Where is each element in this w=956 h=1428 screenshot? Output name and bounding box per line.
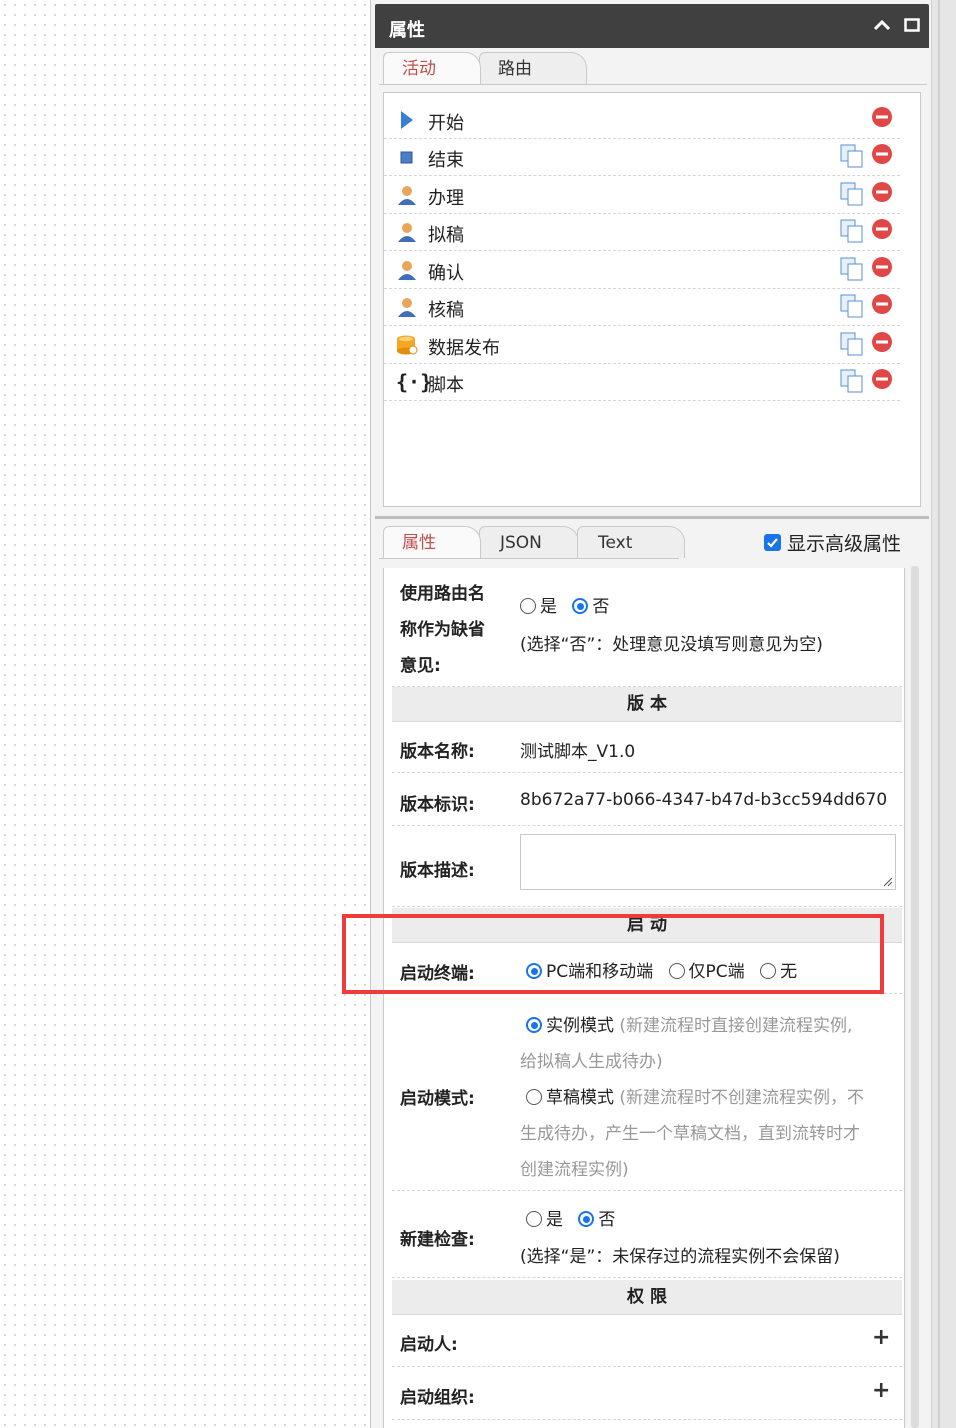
copy-icon[interactable] [839,368,865,394]
terminal-pc-mobile-radio[interactable] [526,963,542,979]
tab-activity[interactable]: 活动 [383,52,481,84]
starter-row: 启动人: + [392,1315,902,1367]
maximize-icon[interactable] [901,14,923,36]
list-item[interactable]: {·} 脚本 [384,363,900,401]
permission-section-title: 权 限 [392,1280,902,1315]
panel-title: 属性 [389,20,425,41]
property-tabs: 属性 JSON Text [379,524,685,559]
database-icon [397,335,418,355]
route-default-hint: (选择“否”：处理意见没填写则意见为空) [520,635,823,655]
show-advanced-label: 显示高级属性 [787,532,902,555]
version-section-title: 版 本 [392,687,902,722]
property-form: 使用路由名 称作为缺省 意见: 是 否 (选择“否”：处理意见没填写则意见为空)… [383,568,905,1428]
form-scrollbar[interactable] [911,566,919,1428]
route-default-label: 使用路由名 称作为缺省 意见: [400,584,485,676]
user-icon [398,223,416,242]
list-item[interactable]: 数据发布 [384,326,900,364]
add-starter-plus-icon[interactable]: + [872,1325,890,1350]
route-default-no-radio[interactable] [572,598,589,614]
collapse-chevron-up-icon[interactable] [871,14,893,36]
user-icon [398,186,416,205]
check-icon [767,537,778,548]
tab-json[interactable]: JSON [479,526,579,558]
list-item[interactable]: 开始 [384,101,900,139]
resize-grip-icon[interactable] [883,877,893,887]
activity-route-tabs: 活动 路由 [379,50,927,85]
new-check-row: 新建检查: 是 否 (选择“是”：未保存过的流程实例不会保留) [392,1191,902,1278]
version-name-value[interactable]: 测试脚本_V1.0 [520,737,635,762]
version-id-row: 版本标识: 8b672a77-b066-4347-b47d-b3cc594dd6… [392,773,902,826]
route-default-row: 使用路由名 称作为缺省 意见: 是 否 (选择“否”：处理意见没填写则意见为空) [392,568,902,687]
copy-icon[interactable] [839,331,865,357]
terminal-none-radio[interactable] [760,963,777,979]
activity-list: 开始 结束 办理 拟稿 确认 核稿 数据发布 {·} 脚本 [383,92,921,507]
copy-icon[interactable] [839,181,865,207]
splitter[interactable] [375,516,929,519]
list-item[interactable]: 结束 [384,138,900,176]
panel-scrollbar[interactable] [931,0,956,1428]
list-item[interactable]: 拟稿 [384,213,900,251]
panel-header: 属性 [375,4,929,48]
user-icon [398,298,416,317]
delete-icon[interactable] [871,293,893,315]
version-desc-textarea[interactable] [520,834,896,890]
mode-instance-radio[interactable] [526,1017,542,1033]
new-check-yes-radio[interactable] [526,1211,542,1227]
tab-properties[interactable]: 属性 [383,526,481,558]
curly-braces-icon: {·} [396,370,433,394]
copy-icon[interactable] [839,256,865,282]
start-org-row: 启动组织: + [392,1367,902,1420]
copy-icon[interactable] [839,143,865,169]
delete-icon[interactable] [871,143,893,165]
tab-route[interactable]: 路由 [479,52,587,84]
copy-icon[interactable] [839,218,865,244]
delete-icon[interactable] [871,331,893,353]
add-start-org-plus-icon[interactable]: + [872,1378,890,1403]
start-mode-row: 启动模式: 实例模式 (新建流程时直接创建流程实例, 给拟稿人生成待办) 草稿模… [392,994,902,1191]
terminal-pc-only-radio[interactable] [668,963,685,979]
user-icon [398,261,416,280]
delete-icon[interactable] [871,106,893,128]
new-check-no-radio[interactable] [578,1211,595,1227]
list-item[interactable]: 办理 [384,176,900,214]
stop-square-icon [400,151,413,164]
tab-text[interactable]: Text [577,526,685,558]
delete-icon[interactable] [871,181,893,203]
route-default-yes-radio[interactable] [520,598,536,614]
list-item[interactable]: 核稿 [384,288,900,326]
delete-icon[interactable] [871,256,893,278]
delete-icon[interactable] [871,368,893,390]
new-check-hint: (选择“是”：未保存过的流程实例不会保留) [520,1247,840,1267]
show-advanced-toggle[interactable]: 显示高级属性 [764,527,901,557]
list-item[interactable]: 确认 [384,251,900,289]
properties-panel: 属性 活动 路由 开始 结束 办理 拟稿 确认 核稿 数据发布 {·} 脚本 属… [370,0,956,1428]
play-triangle-icon [401,111,413,129]
show-advanced-checkbox[interactable] [764,533,781,551]
delete-icon[interactable] [871,218,893,240]
version-name-row: 版本名称: 测试脚本_V1.0 [392,722,902,773]
copy-icon[interactable] [839,293,865,319]
version-desc-row: 版本描述: [392,826,902,907]
mode-draft-radio[interactable] [526,1089,542,1105]
version-id-value: 8b672a77-b066-4347-b47d-b3cc594dd670 [520,790,888,810]
start-section-title: 启 动 [392,908,902,943]
start-terminal-row: 启动终端: PC端和移动端 仅PC端 无 [392,943,902,994]
